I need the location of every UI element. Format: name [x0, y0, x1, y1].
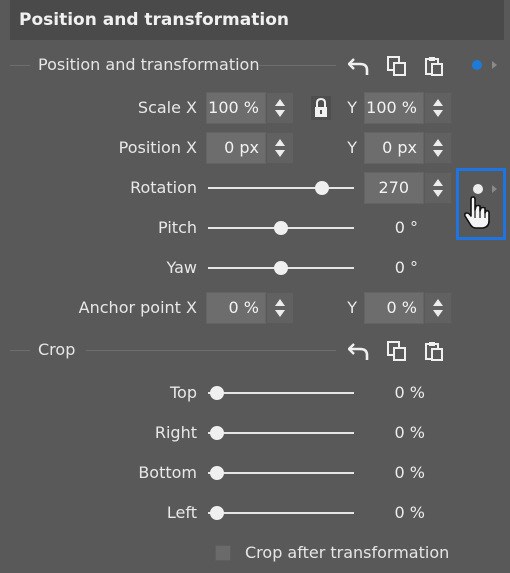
pitch-label: Pitch — [158, 218, 197, 237]
lock-icon[interactable] — [310, 96, 332, 120]
crop-bottom-slider-track[interactable] — [208, 472, 354, 474]
crop-top-slider-track[interactable] — [208, 392, 354, 394]
crop-top-slider-knob[interactable] — [210, 386, 224, 400]
section-title-crop: Crop — [38, 340, 76, 359]
yaw-label: Yaw — [166, 258, 197, 277]
section-title-position: Position and transformation — [38, 55, 260, 74]
section-divider-left — [10, 65, 30, 66]
crop-right-slider-knob[interactable] — [210, 426, 224, 440]
crop-left-value: 0 % — [394, 503, 425, 522]
scale-x-input[interactable]: 100 % — [206, 92, 266, 124]
position-x-label: Position X — [118, 138, 197, 157]
rotation-stepper[interactable] — [424, 172, 452, 204]
position-y-stepper[interactable] — [424, 132, 452, 164]
crop-after-checkbox[interactable] — [215, 545, 231, 561]
crop-after-label: Crop after transformation — [245, 543, 450, 562]
crop-bottom-value: 0 % — [394, 463, 425, 482]
position-x-input[interactable]: 0 px — [206, 132, 266, 164]
yaw-value: 0 ° — [394, 258, 418, 277]
undo-icon[interactable] — [348, 55, 370, 77]
anchor-y-label: Y — [347, 298, 357, 317]
crop-right-value: 0 % — [394, 423, 425, 442]
position-y-input[interactable]: 0 px — [364, 132, 424, 164]
scale-x-label: Scale X — [137, 98, 197, 117]
crop-left-slider-knob[interactable] — [210, 506, 224, 520]
scale-y-label: Y — [347, 98, 357, 117]
rotation-input[interactable]: 270 — [364, 172, 424, 204]
copy-icon[interactable] — [386, 55, 408, 77]
crop-left-label: Left — [166, 503, 197, 522]
crop-top-label: Top — [170, 383, 197, 402]
crop-right-slider-track[interactable] — [208, 432, 354, 434]
paste-icon[interactable] — [423, 55, 445, 77]
scale-y-stepper[interactable] — [424, 92, 452, 124]
keyframe-indicator-icon[interactable] — [472, 60, 482, 70]
position-y-label: Y — [347, 138, 357, 157]
expand-arrow-icon[interactable] — [492, 61, 497, 69]
anchor-y-stepper[interactable] — [424, 292, 452, 324]
hand-cursor-icon — [463, 196, 490, 229]
crop-top-value: 0 % — [394, 383, 425, 402]
scale-y-input[interactable]: 100 % — [364, 92, 424, 124]
pitch-value: 0 ° — [394, 218, 418, 237]
position-x-stepper[interactable] — [266, 132, 294, 164]
section-divider-right — [258, 65, 336, 66]
rotation-slider-track[interactable] — [208, 187, 354, 189]
undo-icon[interactable] — [348, 340, 370, 362]
section-divider-left — [10, 350, 30, 351]
yaw-slider-knob[interactable] — [274, 261, 288, 275]
rotation-label: Rotation — [130, 178, 197, 197]
anchor-x-input[interactable]: 0 % — [206, 292, 266, 324]
panel-title: Position and transformation — [19, 10, 289, 30]
scale-x-stepper[interactable] — [266, 92, 294, 124]
crop-left-slider-track[interactable] — [208, 512, 354, 514]
anchor-x-label: Anchor point X — [78, 298, 197, 317]
anchor-x-stepper[interactable] — [266, 292, 294, 324]
crop-bottom-label: Bottom — [138, 463, 197, 482]
copy-icon[interactable] — [386, 340, 408, 362]
section-divider-right — [86, 350, 336, 351]
panel-header[interactable]: Position and transformation — [10, 0, 504, 40]
crop-right-label: Right — [154, 423, 197, 442]
crop-bottom-slider-knob[interactable] — [210, 466, 224, 480]
paste-icon[interactable] — [423, 340, 445, 362]
anchor-y-input[interactable]: 0 % — [364, 292, 424, 324]
rotation-slider-knob[interactable] — [314, 181, 329, 195]
pitch-slider-knob[interactable] — [274, 221, 288, 235]
